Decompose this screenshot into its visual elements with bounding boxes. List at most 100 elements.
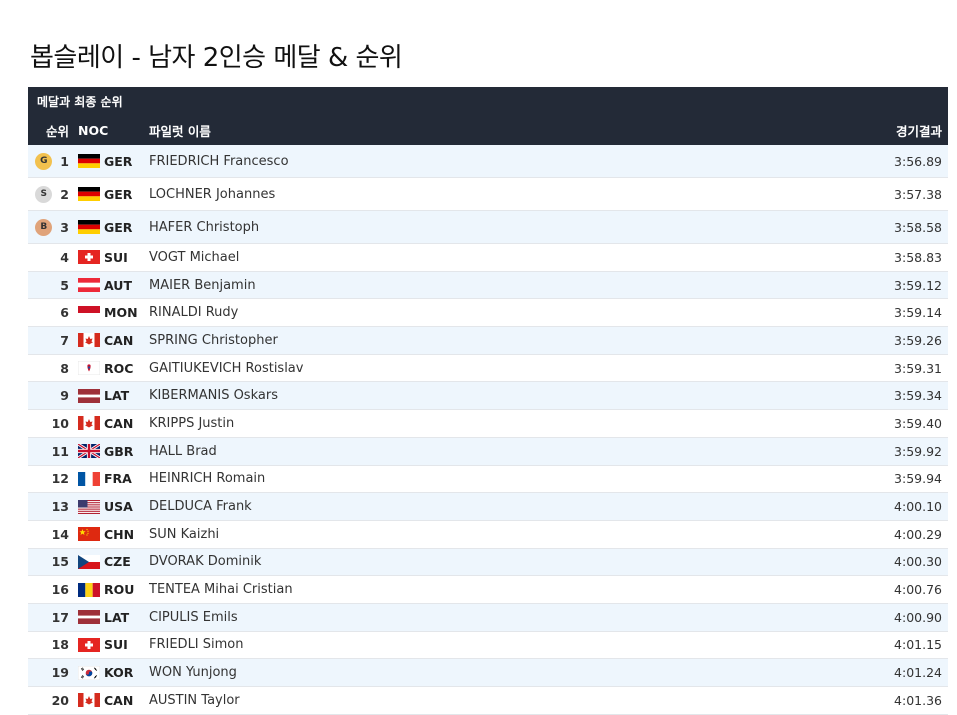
table-row: 6 MON RINALDI Rudy 3:59.14 xyxy=(28,299,948,328)
noc-cell: MON xyxy=(69,305,149,320)
table-row: 19 KOR WON Yunjong 4:01.24 xyxy=(28,659,948,687)
result-time: 4:01.15 xyxy=(894,637,942,653)
flag-icon xyxy=(78,471,100,486)
column-header-pilot[interactable]: 파일럿 이름 xyxy=(149,121,802,140)
flag-icon xyxy=(78,665,100,680)
noc-code: CZE xyxy=(104,554,131,570)
pilot-name[interactable]: FRIEDRICH Francesco xyxy=(149,154,802,169)
noc-cell: ROU xyxy=(69,582,149,597)
pilot-name[interactable]: GAITIUKEVICH Rostislav xyxy=(149,361,802,376)
result-time: 3:59.26 xyxy=(894,332,942,348)
rank-value: 4 xyxy=(60,249,69,265)
table-header: 메달과 최종 순위 순위 NOC 파일럿 이름 경기결과 xyxy=(28,87,948,145)
result-time: 4:01.24 xyxy=(894,665,942,681)
flag-icon xyxy=(78,250,100,265)
table-row: 9 LAT KIBERMANIS Oskars 3:59.34 xyxy=(28,382,948,411)
rank-value: 18 xyxy=(51,637,69,653)
noc-cell: GER xyxy=(69,220,149,235)
result-time: 4:00.90 xyxy=(894,609,942,625)
rank-cell: 10 xyxy=(28,416,69,431)
noc-code: USA xyxy=(104,499,133,515)
table-row: 18 SUI FRIEDLI Simon 4:01.15 xyxy=(28,632,948,660)
result-time: 4:00.29 xyxy=(894,526,942,542)
rank-value: 7 xyxy=(60,332,69,348)
noc-code: KOR xyxy=(104,665,134,681)
rank-value: 6 xyxy=(60,305,69,321)
table-caption: 메달과 최종 순위 xyxy=(37,95,123,109)
noc-cell: CZE xyxy=(69,554,149,569)
rank-value: 14 xyxy=(51,526,69,542)
result-time: 4:00.76 xyxy=(894,582,942,598)
pilot-name[interactable]: CIPULIS Emils xyxy=(149,610,802,625)
pilot-name[interactable]: HEINRICH Romain xyxy=(149,471,802,486)
noc-code: ROC xyxy=(104,360,134,376)
page-title: 봅슬레이 - 남자 2인승 메달 & 순위 xyxy=(30,43,403,74)
pilot-name[interactable]: TENTEA Mihai Cristian xyxy=(149,582,802,597)
rank-value: 11 xyxy=(51,443,69,459)
rank-value: 13 xyxy=(51,499,69,515)
noc-code: GER xyxy=(104,219,133,235)
noc-cell: SUI xyxy=(69,250,149,265)
column-header-rank[interactable]: 순위 xyxy=(28,121,69,140)
rank-value: 3 xyxy=(60,219,69,235)
rank-value: 9 xyxy=(60,388,69,404)
rank-cell: 16 xyxy=(28,582,69,597)
flag-icon xyxy=(78,361,100,376)
noc-code: LAT xyxy=(104,609,130,625)
pilot-name[interactable]: WON Yunjong xyxy=(149,665,802,680)
rank-cell: 6 xyxy=(28,305,69,320)
result-time: 3:59.14 xyxy=(894,305,942,321)
noc-code: CAN xyxy=(104,415,134,431)
result-time: 4:00.30 xyxy=(894,554,942,570)
pilot-name[interactable]: SPRING Christopher xyxy=(149,333,802,348)
result-time: 4:01.36 xyxy=(894,692,942,708)
table-row: 16 ROU TENTEA Mihai Cristian 4:00.76 xyxy=(28,576,948,604)
flag-icon xyxy=(78,388,100,403)
pilot-name[interactable]: SUN Kaizhi xyxy=(149,527,802,542)
pilot-name[interactable]: MAIER Benjamin xyxy=(149,278,802,293)
pilot-name[interactable]: VOGT Michael xyxy=(149,250,802,265)
noc-cell: ROC xyxy=(69,361,149,376)
pilot-name[interactable]: RINALDI Rudy xyxy=(149,305,802,320)
table-row: 17 LAT CIPULIS Emils 4:00.90 xyxy=(28,603,948,632)
pilot-name[interactable]: FRIEDLI Simon xyxy=(149,637,802,652)
medal-badge-icon: S xyxy=(35,185,53,203)
rank-cell: 8 xyxy=(28,361,69,376)
flag-icon xyxy=(78,154,100,168)
noc-code: CAN xyxy=(104,692,134,708)
rank-value: 2 xyxy=(60,186,69,202)
pilot-name[interactable]: DVORAK Dominik xyxy=(149,554,802,569)
pilot-name[interactable]: HAFER Christoph xyxy=(149,220,802,235)
flag-icon xyxy=(78,220,100,234)
noc-code: SUI xyxy=(104,249,128,265)
table-row: 15 CZE DVORAK Dominik 4:00.30 xyxy=(28,548,948,577)
table-row: 12 FRA HEINRICH Romain 3:59.94 xyxy=(28,466,948,494)
flag-icon xyxy=(78,444,100,459)
rank-value: 17 xyxy=(51,609,69,625)
pilot-name[interactable]: AUSTIN Taylor xyxy=(149,693,802,708)
table-row: 4 SUI VOGT Michael 3:58.83 xyxy=(28,244,948,272)
rank-cell: 20 xyxy=(28,693,69,708)
result-time: 3:59.12 xyxy=(894,277,942,293)
rank-value: 19 xyxy=(51,665,69,681)
pilot-name[interactable]: LOCHNER Johannes xyxy=(149,187,802,202)
noc-code: AUT xyxy=(104,277,132,293)
noc-cell: CHN xyxy=(69,527,149,542)
pilot-name[interactable]: DELDUCA Frank xyxy=(149,499,802,514)
flag-icon xyxy=(78,527,100,542)
column-header-noc[interactable]: NOC xyxy=(69,123,149,138)
noc-cell: LAT xyxy=(69,388,149,403)
medal-badge-icon: B xyxy=(35,218,53,236)
noc-cell: USA xyxy=(69,499,149,514)
flag-icon xyxy=(78,305,100,320)
rank-cell: 7 xyxy=(28,333,69,348)
pilot-name[interactable]: HALL Brad xyxy=(149,444,802,459)
result-time: 3:59.34 xyxy=(894,388,942,404)
pilot-name[interactable]: KRIPPS Justin xyxy=(149,416,802,431)
rank-cell: 5 xyxy=(28,278,69,293)
column-header-result[interactable]: 경기결과 xyxy=(802,121,948,140)
table-row: 13 USA DELDUCA Frank 4:00.10 xyxy=(28,493,948,521)
pilot-name[interactable]: KIBERMANIS Oskars xyxy=(149,388,802,403)
rank-cell: 13 xyxy=(28,499,69,514)
rank-value: 15 xyxy=(51,554,69,570)
